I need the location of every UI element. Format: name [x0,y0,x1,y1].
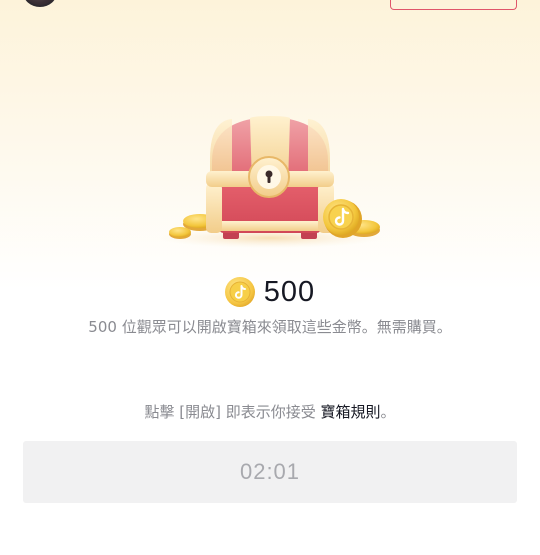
top-action-button[interactable] [390,0,517,10]
terms-suffix: 。 [380,403,396,421]
treasure-chest-image [150,105,390,255]
terms-prefix: 點擊 [開啟] 即表示你接受 [144,403,321,421]
chest-description: 500 位觀眾可以開啟寶箱來領取這些金幣。無需購買。 [88,318,452,336]
coin-amount: 500 [263,276,316,308]
terms-notice: 點擊 [開啟] 即表示你接受 寶箱規則。 [0,401,540,423]
open-chest-button[interactable]: 02:01 [23,441,517,503]
countdown-timer: 02:01 [239,459,301,484]
reward-amount-row: 500 [0,274,540,310]
chest-rules-link[interactable]: 寶箱規則 [320,403,380,421]
tiktok-coin-icon [224,277,255,307]
